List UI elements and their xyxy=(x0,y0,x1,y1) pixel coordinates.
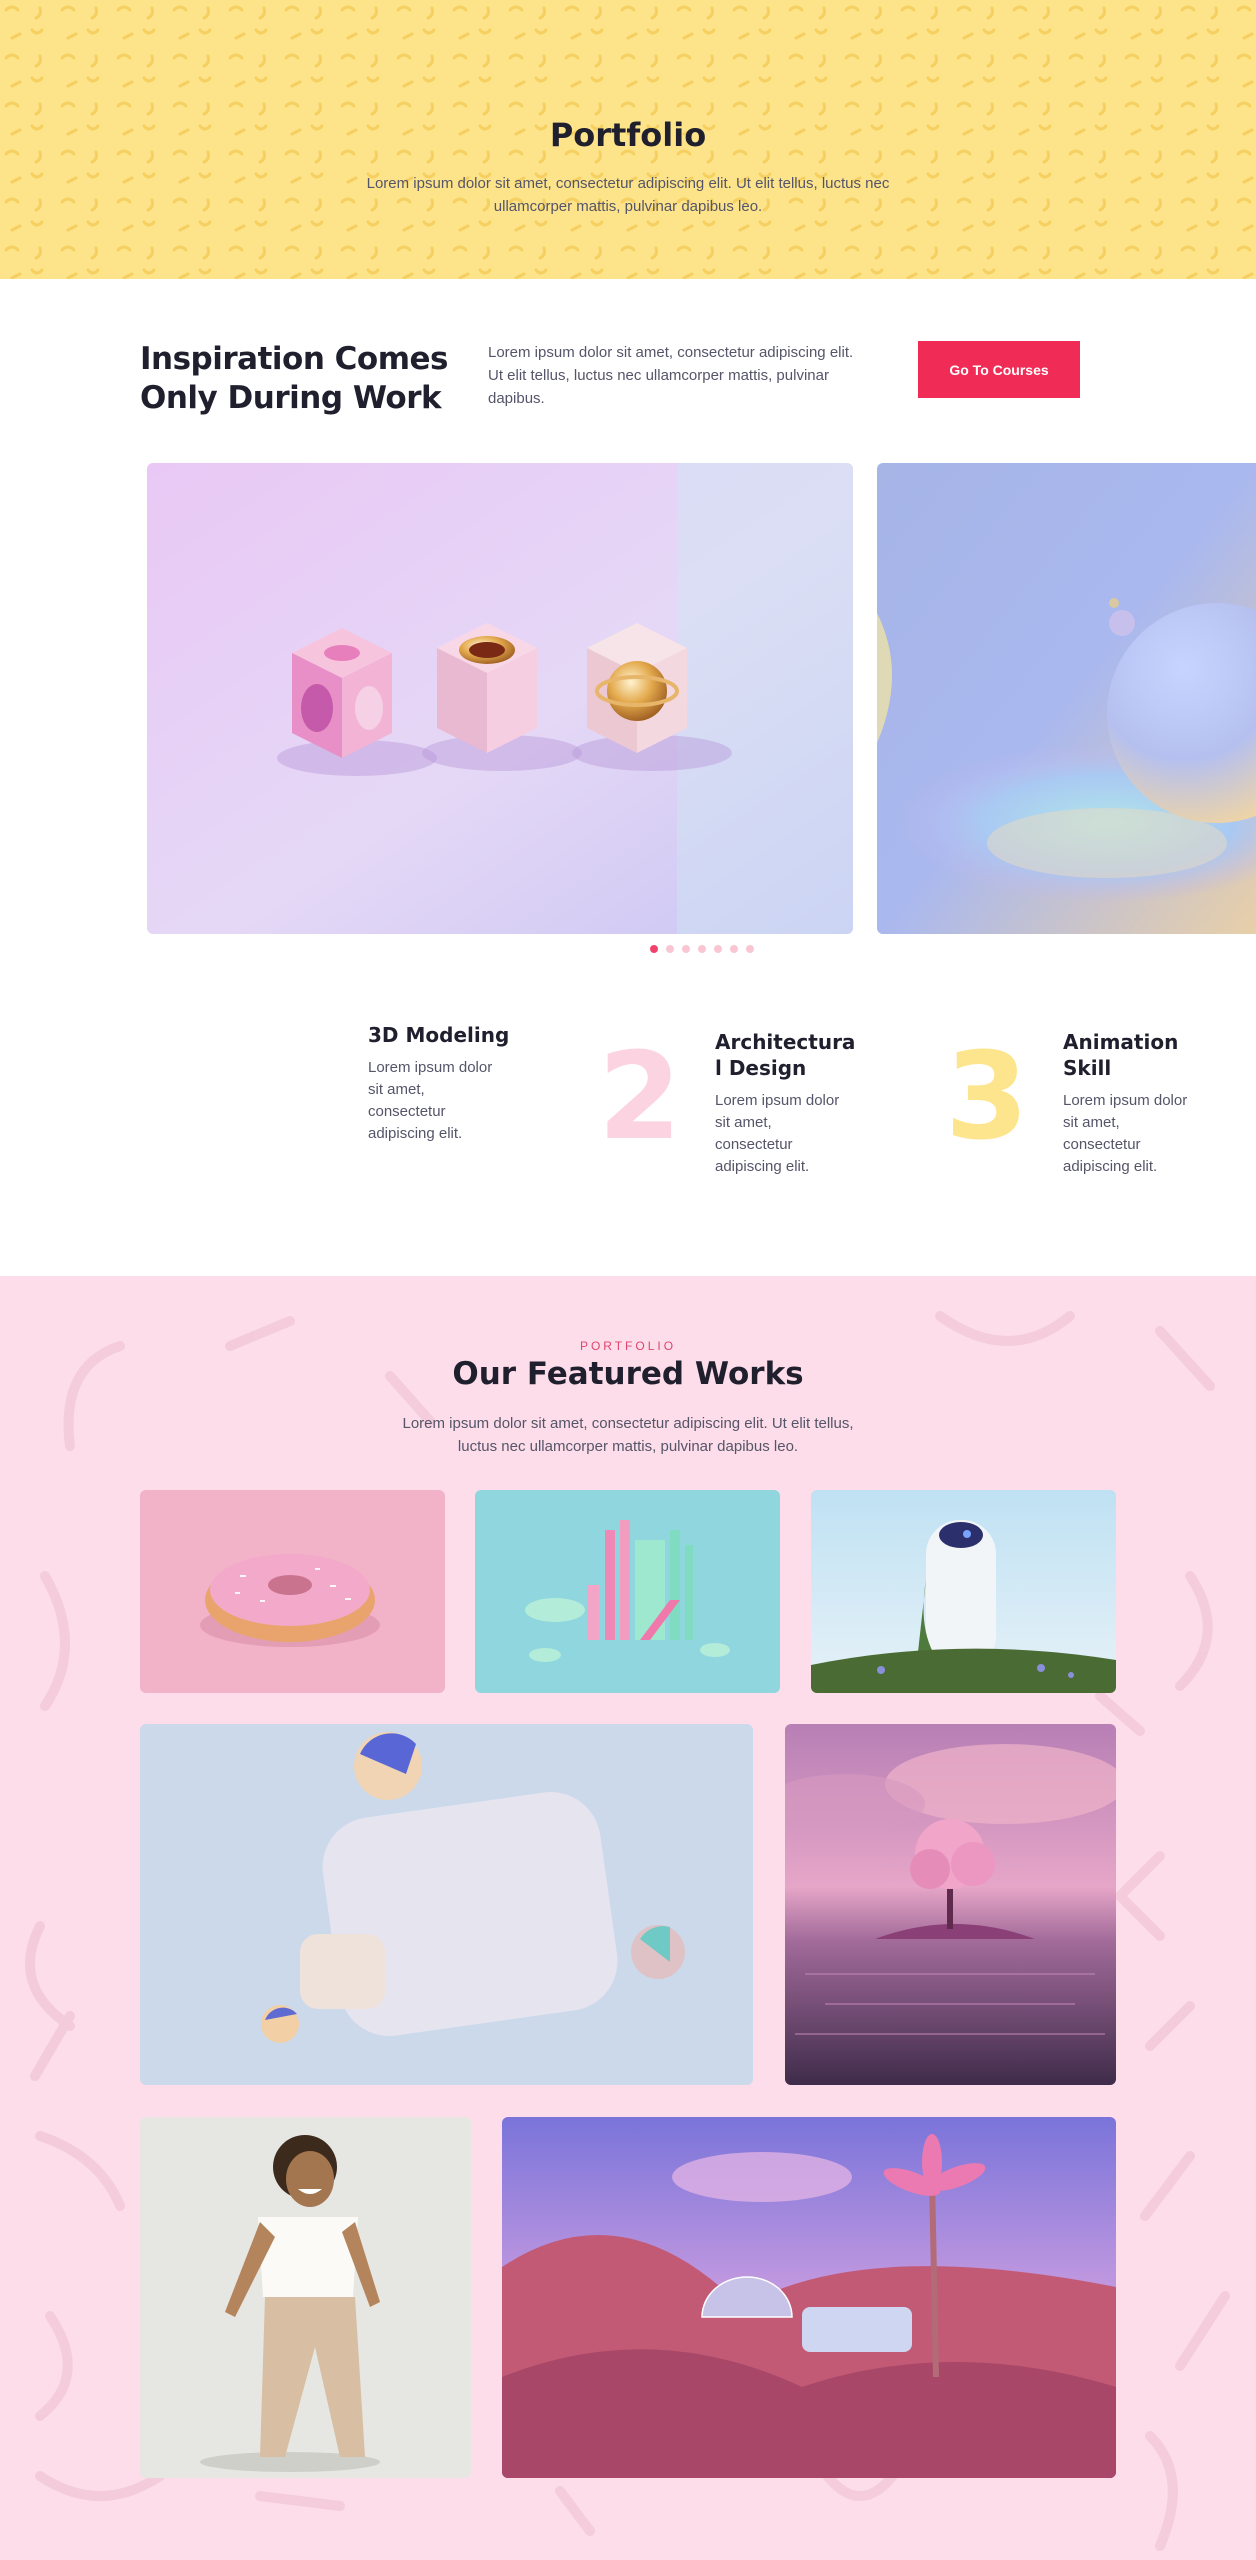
floating-shapes-image xyxy=(140,1724,753,2085)
feature-description: Lorem ipsum dolor sit amet, consectetur … xyxy=(368,1059,493,1142)
character-image xyxy=(140,2117,471,2478)
feature-description: Lorem ipsum dolor sit amet, consectetur … xyxy=(1063,1092,1188,1175)
work-dome-landscape[interactable] xyxy=(502,2117,1116,2478)
feature-description: Lorem ipsum dolor sit amet, consectetur … xyxy=(715,1092,840,1175)
works-description: Lorem ipsum dolor sit amet, consectetur … xyxy=(402,1415,854,1455)
hero-section: Portfolio Lorem ipsum dolor sit amet, co… xyxy=(0,0,1256,279)
hero-description: Lorem ipsum dolor sit amet, consectetur … xyxy=(366,175,890,215)
robot-image xyxy=(811,1490,1116,1693)
slider-dot[interactable] xyxy=(698,945,706,953)
works-title: Our Featured Works xyxy=(452,1356,804,1392)
feature-number: 3 xyxy=(945,1028,1029,1167)
feature-number: 2 xyxy=(598,1028,682,1167)
feature-title: Architectura l Design xyxy=(715,1030,856,1080)
work-robot[interactable] xyxy=(811,1490,1116,1693)
work-island-tree[interactable] xyxy=(785,1724,1116,2085)
donut-image xyxy=(140,1490,445,1693)
work-character[interactable] xyxy=(140,2117,471,2478)
slider-dot[interactable] xyxy=(714,945,722,953)
feature-title: 3D Modeling xyxy=(368,1023,510,1047)
slider-dot[interactable] xyxy=(746,945,754,953)
slide-3d-cubes[interactable] xyxy=(147,463,853,934)
slider-dot[interactable] xyxy=(650,945,658,953)
go-to-courses-button[interactable]: Go To Courses xyxy=(918,341,1080,398)
slider-dot[interactable] xyxy=(666,945,674,953)
slider-dot[interactable] xyxy=(682,945,690,953)
slider-dot[interactable] xyxy=(730,945,738,953)
work-floating-shapes[interactable] xyxy=(140,1724,753,2085)
cubes-image xyxy=(147,463,853,934)
intro-text: Lorem ipsum dolor sit amet, consectetur … xyxy=(488,344,854,407)
page-title: Portfolio xyxy=(549,116,707,154)
slide-abstract-sphere[interactable] xyxy=(877,463,1256,934)
island-tree-image xyxy=(785,1724,1116,2085)
works-eyebrow: PORTFOLIO xyxy=(579,1339,677,1353)
work-donut[interactable] xyxy=(140,1490,445,1693)
slider-dots xyxy=(650,945,754,955)
intro-heading: Inspiration Comes Only During Work xyxy=(140,341,449,416)
feature-title: Animation Skill xyxy=(1063,1030,1179,1080)
work-isometric-building[interactable] xyxy=(475,1490,780,1693)
isometric-building-image xyxy=(475,1490,780,1693)
sphere-image xyxy=(877,463,1256,934)
dome-landscape-image xyxy=(502,2117,1116,2478)
